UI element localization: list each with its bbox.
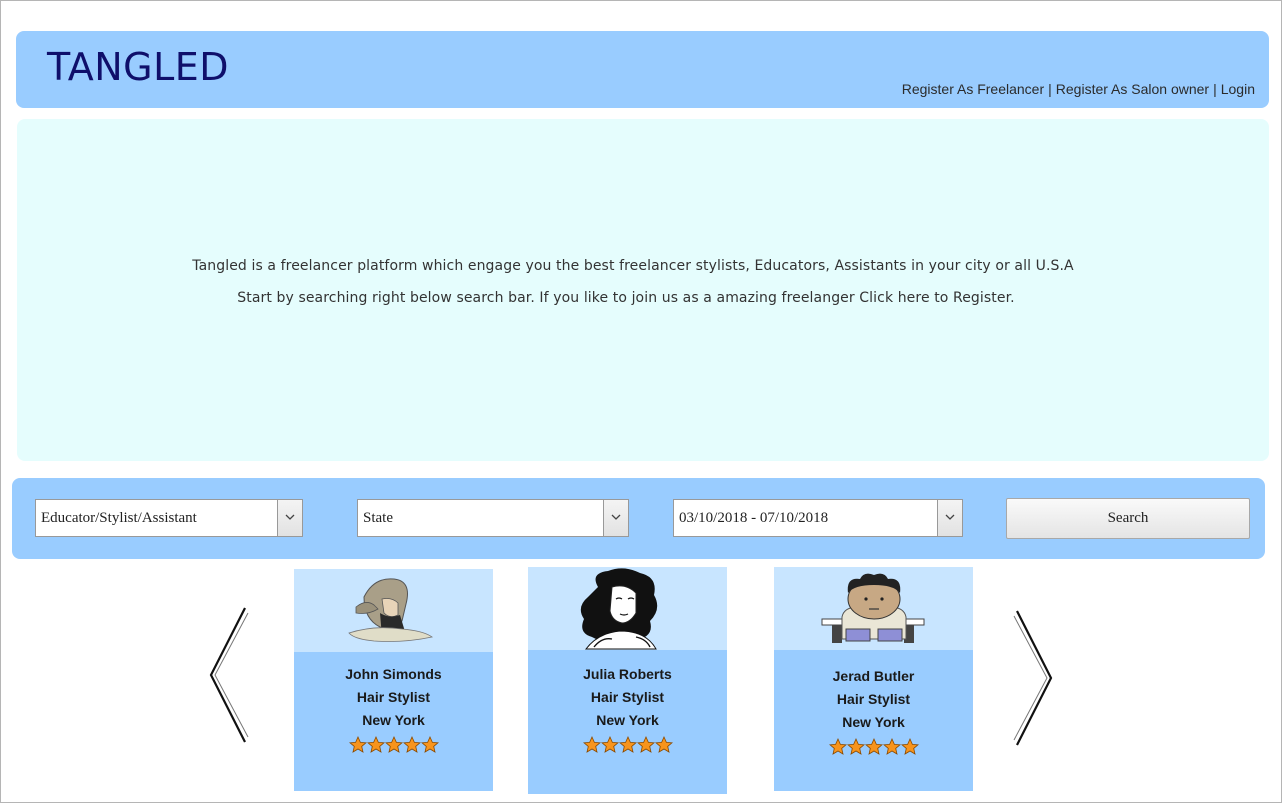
star-icon xyxy=(828,738,919,755)
freelancer-city: New York xyxy=(842,714,905,730)
freelancer-photo xyxy=(528,567,727,650)
chevron-down-icon[interactable] xyxy=(603,500,628,536)
date-range-value: 03/10/2018 - 07/10/2018 xyxy=(679,510,829,526)
chevron-left-icon[interactable] xyxy=(207,605,249,745)
chevron-down-icon[interactable] xyxy=(937,500,962,536)
state-select[interactable]: State xyxy=(357,499,629,537)
cartoon-boy-avatar xyxy=(821,573,925,643)
star-icon xyxy=(582,736,673,753)
search-bar: Educator/Stylist/Assistant State 03/10/2… xyxy=(12,478,1265,559)
brand-logo[interactable]: TANGLED xyxy=(47,45,229,89)
rating-stars xyxy=(828,738,919,761)
freelancer-card[interactable]: John Simonds Hair Stylist New York xyxy=(294,569,493,791)
chevron-down-icon[interactable] xyxy=(277,500,302,536)
role-select-value: Educator/Stylist/Assistant xyxy=(41,510,197,526)
rating-stars xyxy=(582,736,673,759)
freelancer-card[interactable]: Julia Roberts Hair Stylist New York xyxy=(528,567,727,794)
freelancer-role: Hair Stylist xyxy=(356,689,431,705)
freelancer-name[interactable]: Julia Roberts xyxy=(528,663,727,686)
freelancer-name[interactable]: John Simonds xyxy=(294,663,493,686)
date-range-select[interactable]: 03/10/2018 - 07/10/2018 xyxy=(673,499,963,537)
search-button[interactable]: Search xyxy=(1006,498,1250,539)
curly-hair-woman-avatar xyxy=(580,568,658,650)
nav-separator: | xyxy=(1213,81,1217,97)
role-select[interactable]: Educator/Stylist/Assistant xyxy=(35,499,303,537)
freelancer-city: New York xyxy=(362,712,425,728)
hero-text-line-1: Tangled is a freelancer platform which e… xyxy=(192,258,1074,274)
freelancer-role: Hair Stylist xyxy=(590,689,665,705)
chevron-right-icon[interactable] xyxy=(1013,608,1055,748)
star-icon xyxy=(348,736,439,753)
freelancer-card[interactable]: Jerad Butler Hair Stylist New York xyxy=(774,567,973,791)
state-select-value: State xyxy=(363,510,393,526)
freelancer-city: New York xyxy=(596,712,659,728)
nav-separator: | xyxy=(1048,81,1052,97)
freelancer-photo xyxy=(774,567,973,650)
hero-banner: Tangled is a freelancer platform which e… xyxy=(17,119,1269,461)
freelancer-photo xyxy=(294,569,493,652)
rating-stars xyxy=(348,736,439,759)
login-link[interactable]: Login xyxy=(1221,81,1255,97)
register-freelancer-link[interactable]: Register As Freelancer xyxy=(902,81,1044,97)
top-nav: Register As Freelancer | Register As Salon… xyxy=(902,81,1255,97)
bearded-man-avatar xyxy=(348,578,433,642)
site-header: TANGLED Register As Freelancer | Register … xyxy=(16,31,1269,108)
freelancer-name[interactable]: Jerad Butler xyxy=(774,665,973,688)
register-salon-link[interactable]: Register As Salon owner xyxy=(1056,81,1209,97)
freelancer-role: Hair Stylist xyxy=(836,691,911,707)
hero-text-line-2: Start by searching right below search ba… xyxy=(237,290,1015,306)
